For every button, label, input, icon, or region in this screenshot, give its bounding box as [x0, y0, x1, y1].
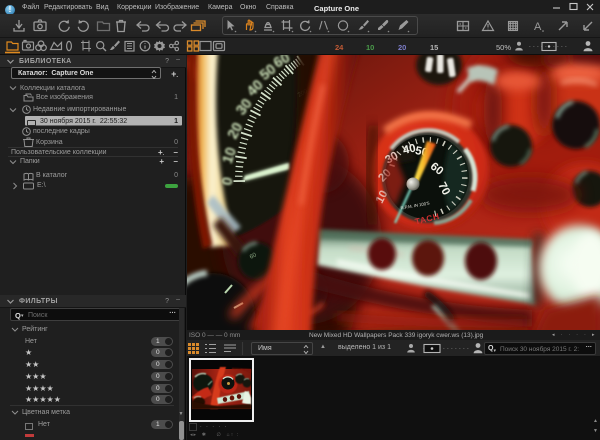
svg-text:A: A [534, 21, 542, 33]
